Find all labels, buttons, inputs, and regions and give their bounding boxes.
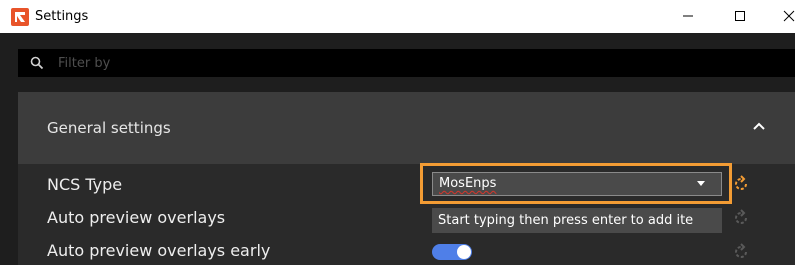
maximize-button[interactable]: [717, 0, 763, 33]
filter-bar: [18, 49, 795, 77]
minimize-icon: [683, 15, 693, 17]
chevron-up-icon[interactable]: [752, 121, 766, 131]
reset-icon[interactable]: [731, 242, 751, 262]
close-button[interactable]: [776, 0, 795, 33]
search-icon: [30, 56, 44, 70]
settings-panel: General settings NCS Type MosEnps Auto p…: [0, 33, 795, 265]
reset-icon[interactable]: [731, 208, 751, 228]
select-value: MosEnps: [439, 176, 497, 191]
reset-icon[interactable]: [731, 174, 751, 194]
minimize-button[interactable]: [665, 0, 711, 33]
setting-label-auto-preview-overlays: Auto preview overlays: [47, 208, 226, 227]
toggle-knob: [457, 245, 471, 259]
auto-preview-overlays-input[interactable]: [432, 208, 722, 233]
settings-list: NCS Type MosEnps Auto preview overlays A…: [18, 163, 795, 265]
title-bar: Settings: [0, 0, 795, 33]
ncs-type-select[interactable]: MosEnps: [432, 172, 722, 196]
setting-label-auto-preview-overlays-early: Auto preview overlays early: [47, 241, 271, 260]
section-title: General settings: [47, 119, 171, 137]
close-icon: [783, 10, 795, 22]
setting-label-ncs-type: NCS Type: [47, 175, 123, 194]
auto-preview-overlays-early-toggle[interactable]: [432, 244, 472, 260]
filter-input[interactable]: [58, 52, 758, 74]
caret-down-icon: [697, 181, 705, 186]
section-header-general-settings[interactable]: General settings: [18, 92, 795, 164]
window-title: Settings: [35, 9, 89, 24]
maximize-icon: [735, 11, 745, 21]
app-logo-icon: [11, 8, 29, 26]
